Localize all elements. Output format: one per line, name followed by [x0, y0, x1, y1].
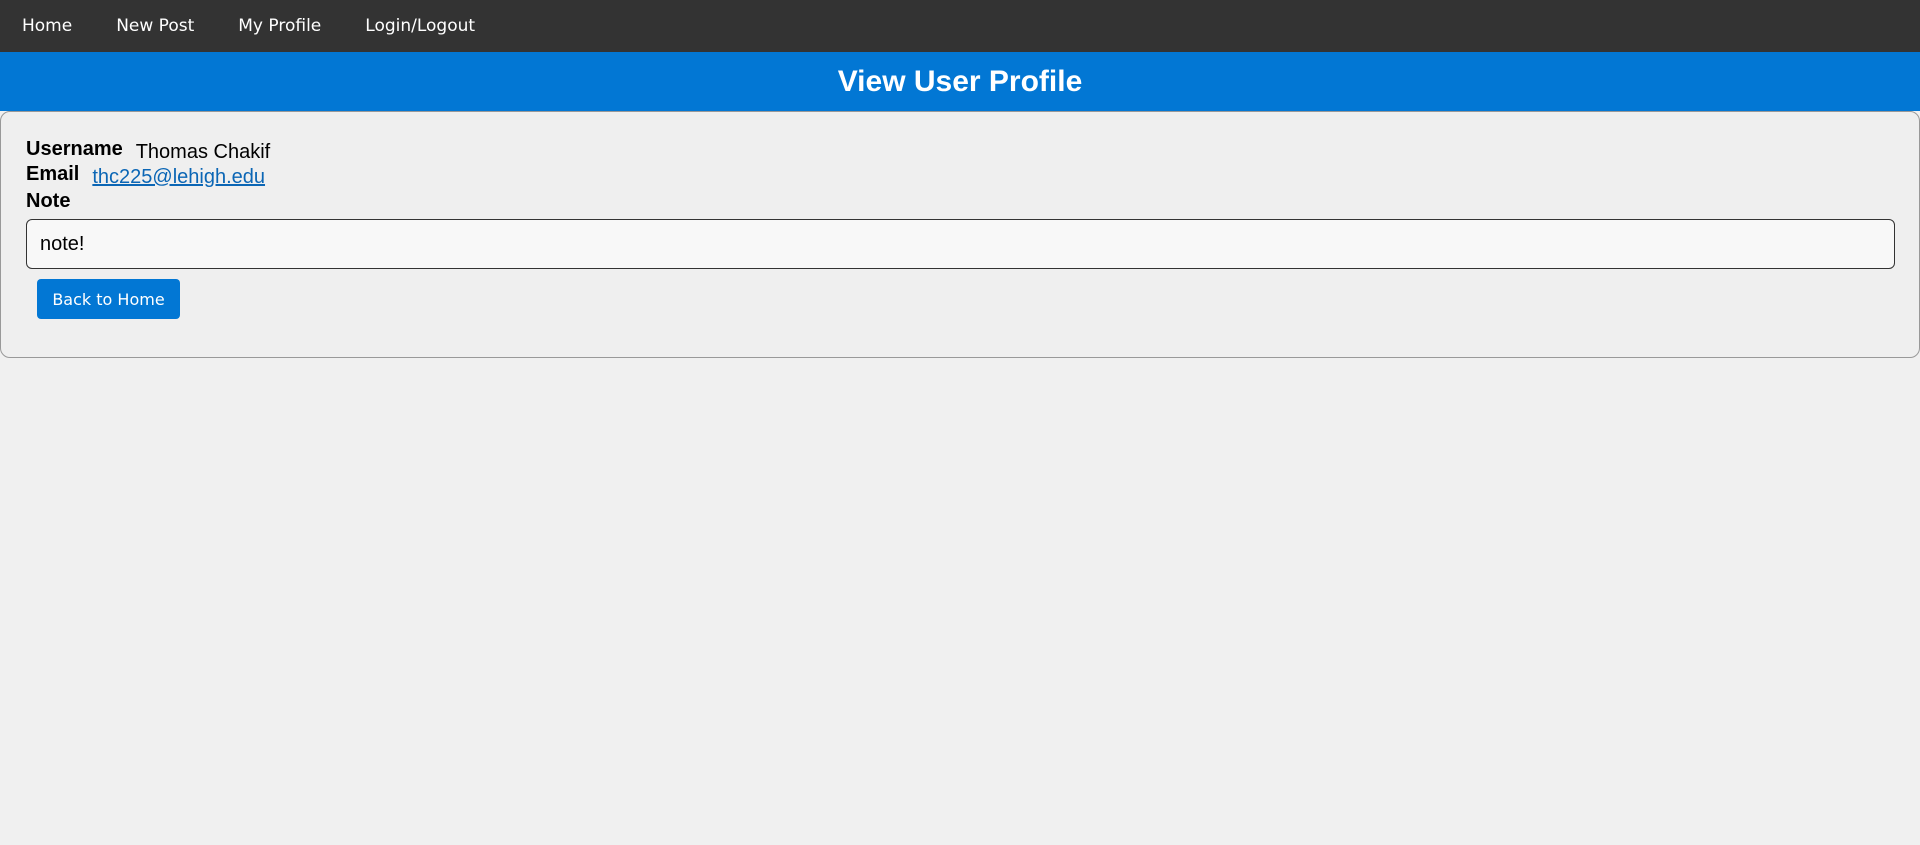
profile-card: Username Thomas Chakif Email thc225@lehi…: [0, 111, 1920, 358]
email-link[interactable]: thc225@lehigh.edu: [92, 166, 265, 188]
back-to-home-button[interactable]: Back to Home: [37, 279, 180, 319]
email-row: Email thc225@lehigh.edu: [26, 163, 1894, 188]
top-nav: Home New Post My Profile Login/Logout: [0, 0, 1920, 52]
nav-home-link[interactable]: Home: [0, 0, 94, 52]
username-value: Thomas Chakif: [135, 141, 271, 163]
nav-new-post-link[interactable]: New Post: [94, 0, 216, 52]
nav-login-logout-link[interactable]: Login/Logout: [343, 0, 497, 52]
username-label: Username: [26, 138, 123, 160]
username-row: Username Thomas Chakif: [26, 138, 1894, 163]
page-banner: View User Profile: [0, 52, 1920, 111]
nav-my-profile-link[interactable]: My Profile: [216, 0, 343, 52]
note-row: Note: [26, 190, 1894, 213]
page-title: View User Profile: [837, 64, 1083, 98]
note-label: Note: [26, 190, 71, 212]
email-label: Email: [26, 163, 80, 185]
note-field[interactable]: [26, 219, 1895, 269]
